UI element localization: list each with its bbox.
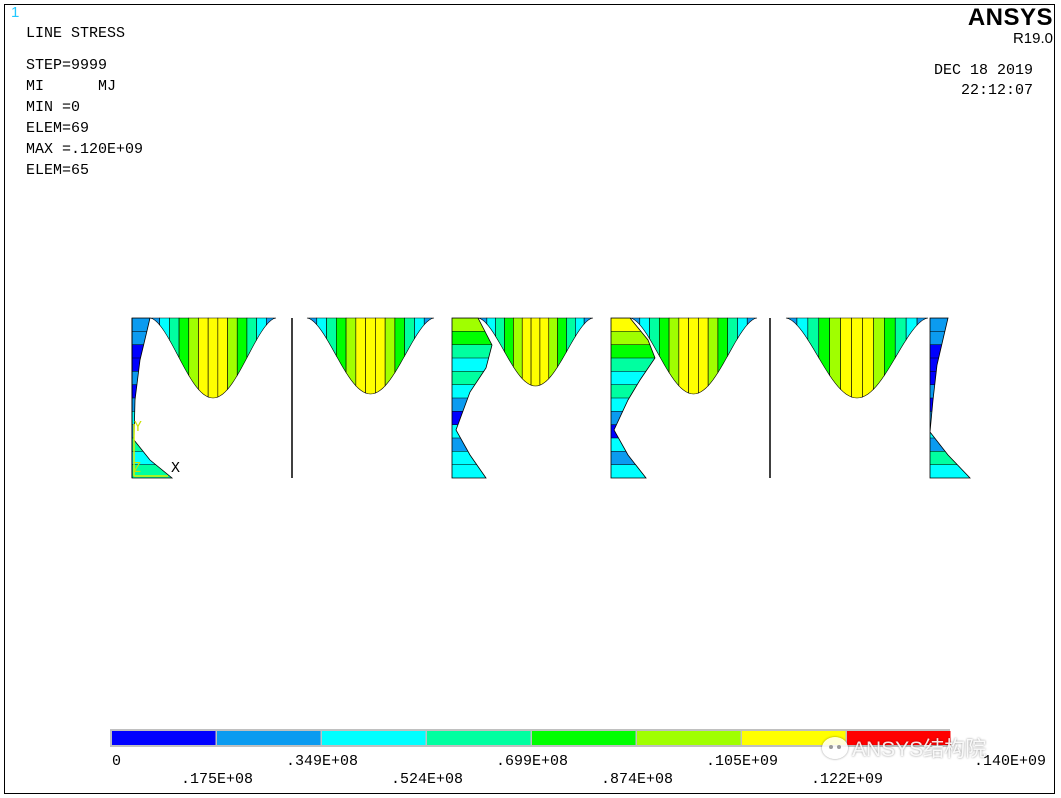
legend-swatch — [112, 731, 216, 745]
legend-swatch — [637, 731, 741, 745]
legend-swatch — [322, 731, 426, 745]
watermark-text: ANSYS结构院 — [852, 738, 987, 761]
legend-label: .349E+08 — [286, 753, 358, 770]
ansys-graphics-window[interactable]: 1 LINE STRESS STEP=9999 MI MJ MIN =0 ELE… — [0, 0, 1061, 798]
wechat-icon — [822, 737, 848, 759]
legend-label: .524E+08 — [391, 771, 463, 788]
legend-label: .122E+09 — [811, 771, 883, 788]
legend-label: 0 — [112, 753, 121, 770]
legend-swatch — [217, 731, 321, 745]
legend-swatch — [427, 731, 531, 745]
legend-swatch — [532, 731, 636, 745]
legend-label: .699E+08 — [496, 753, 568, 770]
legend-label: .175E+08 — [181, 771, 253, 788]
legend-label: .105E+09 — [706, 753, 778, 770]
legend-label: .874E+08 — [601, 771, 673, 788]
watermark: ANSYS结构院 — [822, 733, 986, 763]
contour-legend: 0 .175E+08 .349E+08 .524E+08 .699E+08 .874E+0… — [110, 729, 1046, 788]
